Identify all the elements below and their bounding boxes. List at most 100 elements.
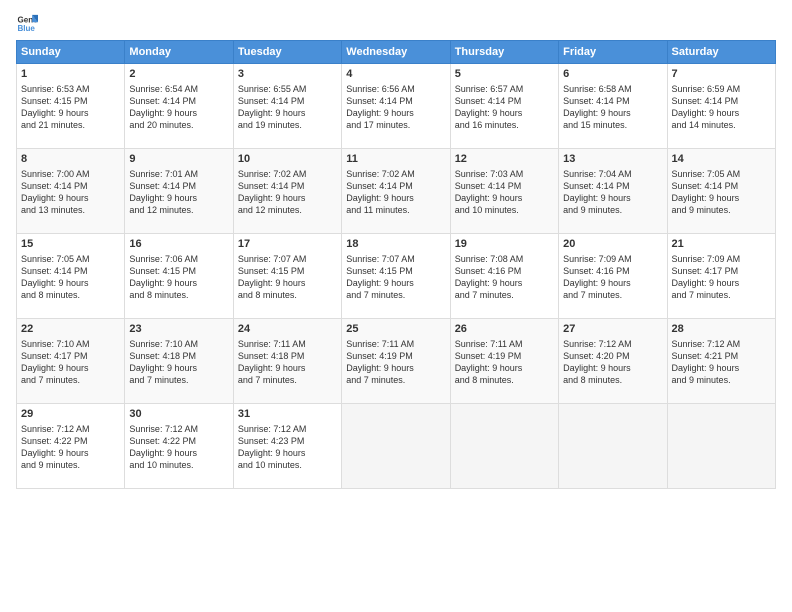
- calendar-week-row: 8 Sunrise: 7:00 AMSunset: 4:14 PMDayligh…: [17, 149, 776, 234]
- day-info: Sunrise: 7:01 AMSunset: 4:14 PMDaylight:…: [129, 168, 228, 217]
- day-of-week-header: Thursday: [450, 41, 558, 64]
- calendar-header-row: SundayMondayTuesdayWednesdayThursdayFrid…: [17, 41, 776, 64]
- calendar-day-cell: [450, 404, 558, 489]
- calendar-day-cell: 20 Sunrise: 7:09 AMSunset: 4:16 PMDaylig…: [559, 234, 667, 319]
- day-of-week-header: Sunday: [17, 41, 125, 64]
- day-number: 13: [563, 152, 662, 167]
- calendar-day-cell: 3 Sunrise: 6:55 AMSunset: 4:14 PMDayligh…: [233, 64, 341, 149]
- calendar-day-cell: 2 Sunrise: 6:54 AMSunset: 4:14 PMDayligh…: [125, 64, 233, 149]
- day-number: 3: [238, 67, 337, 82]
- day-info: Sunrise: 7:08 AMSunset: 4:16 PMDaylight:…: [455, 253, 554, 302]
- day-info: Sunrise: 6:55 AMSunset: 4:14 PMDaylight:…: [238, 83, 337, 132]
- day-info: Sunrise: 6:58 AMSunset: 4:14 PMDaylight:…: [563, 83, 662, 132]
- calendar-day-cell: 16 Sunrise: 7:06 AMSunset: 4:15 PMDaylig…: [125, 234, 233, 319]
- day-number: 12: [455, 152, 554, 167]
- calendar-day-cell: 5 Sunrise: 6:57 AMSunset: 4:14 PMDayligh…: [450, 64, 558, 149]
- calendar-day-cell: 4 Sunrise: 6:56 AMSunset: 4:14 PMDayligh…: [342, 64, 450, 149]
- day-info: Sunrise: 7:06 AMSunset: 4:15 PMDaylight:…: [129, 253, 228, 302]
- calendar-day-cell: [342, 404, 450, 489]
- calendar-week-row: 22 Sunrise: 7:10 AMSunset: 4:17 PMDaylig…: [17, 319, 776, 404]
- day-of-week-header: Wednesday: [342, 41, 450, 64]
- day-number: 6: [563, 67, 662, 82]
- day-info: Sunrise: 7:12 AMSunset: 4:22 PMDaylight:…: [129, 423, 228, 472]
- day-number: 26: [455, 322, 554, 337]
- day-number: 29: [21, 407, 120, 422]
- day-number: 9: [129, 152, 228, 167]
- calendar-day-cell: 21 Sunrise: 7:09 AMSunset: 4:17 PMDaylig…: [667, 234, 775, 319]
- day-info: Sunrise: 7:10 AMSunset: 4:18 PMDaylight:…: [129, 338, 228, 387]
- day-info: Sunrise: 7:09 AMSunset: 4:16 PMDaylight:…: [563, 253, 662, 302]
- calendar-day-cell: 10 Sunrise: 7:02 AMSunset: 4:14 PMDaylig…: [233, 149, 341, 234]
- day-number: 23: [129, 322, 228, 337]
- logo-icon: General Blue: [16, 12, 38, 34]
- calendar-day-cell: 30 Sunrise: 7:12 AMSunset: 4:22 PMDaylig…: [125, 404, 233, 489]
- day-info: Sunrise: 7:05 AMSunset: 4:14 PMDaylight:…: [672, 168, 771, 217]
- calendar-table: SundayMondayTuesdayWednesdayThursdayFrid…: [16, 40, 776, 489]
- day-of-week-header: Saturday: [667, 41, 775, 64]
- day-number: 31: [238, 407, 337, 422]
- day-info: Sunrise: 7:05 AMSunset: 4:14 PMDaylight:…: [21, 253, 120, 302]
- calendar-day-cell: 8 Sunrise: 7:00 AMSunset: 4:14 PMDayligh…: [17, 149, 125, 234]
- day-info: Sunrise: 7:12 AMSunset: 4:22 PMDaylight:…: [21, 423, 120, 472]
- day-number: 27: [563, 322, 662, 337]
- day-info: Sunrise: 7:03 AMSunset: 4:14 PMDaylight:…: [455, 168, 554, 217]
- day-number: 24: [238, 322, 337, 337]
- day-info: Sunrise: 6:57 AMSunset: 4:14 PMDaylight:…: [455, 83, 554, 132]
- day-number: 30: [129, 407, 228, 422]
- calendar-day-cell: 11 Sunrise: 7:02 AMSunset: 4:14 PMDaylig…: [342, 149, 450, 234]
- day-number: 28: [672, 322, 771, 337]
- day-number: 11: [346, 152, 445, 167]
- day-info: Sunrise: 7:11 AMSunset: 4:19 PMDaylight:…: [346, 338, 445, 387]
- day-number: 25: [346, 322, 445, 337]
- day-info: Sunrise: 7:00 AMSunset: 4:14 PMDaylight:…: [21, 168, 120, 217]
- day-info: Sunrise: 7:12 AMSunset: 4:23 PMDaylight:…: [238, 423, 337, 472]
- day-info: Sunrise: 6:59 AMSunset: 4:14 PMDaylight:…: [672, 83, 771, 132]
- day-number: 19: [455, 237, 554, 252]
- calendar-day-cell: 22 Sunrise: 7:10 AMSunset: 4:17 PMDaylig…: [17, 319, 125, 404]
- calendar-day-cell: 6 Sunrise: 6:58 AMSunset: 4:14 PMDayligh…: [559, 64, 667, 149]
- day-info: Sunrise: 6:53 AMSunset: 4:15 PMDaylight:…: [21, 83, 120, 132]
- day-number: 2: [129, 67, 228, 82]
- day-info: Sunrise: 7:07 AMSunset: 4:15 PMDaylight:…: [346, 253, 445, 302]
- day-number: 14: [672, 152, 771, 167]
- calendar-day-cell: 7 Sunrise: 6:59 AMSunset: 4:14 PMDayligh…: [667, 64, 775, 149]
- day-of-week-header: Friday: [559, 41, 667, 64]
- day-of-week-header: Monday: [125, 41, 233, 64]
- day-number: 16: [129, 237, 228, 252]
- day-of-week-header: Tuesday: [233, 41, 341, 64]
- header: General Blue: [16, 12, 776, 34]
- day-number: 22: [21, 322, 120, 337]
- day-info: Sunrise: 7:09 AMSunset: 4:17 PMDaylight:…: [672, 253, 771, 302]
- calendar-day-cell: 12 Sunrise: 7:03 AMSunset: 4:14 PMDaylig…: [450, 149, 558, 234]
- calendar-day-cell: 18 Sunrise: 7:07 AMSunset: 4:15 PMDaylig…: [342, 234, 450, 319]
- day-number: 15: [21, 237, 120, 252]
- day-info: Sunrise: 7:12 AMSunset: 4:21 PMDaylight:…: [672, 338, 771, 387]
- calendar-week-row: 15 Sunrise: 7:05 AMSunset: 4:14 PMDaylig…: [17, 234, 776, 319]
- day-info: Sunrise: 7:07 AMSunset: 4:15 PMDaylight:…: [238, 253, 337, 302]
- day-number: 18: [346, 237, 445, 252]
- calendar-day-cell: [667, 404, 775, 489]
- day-number: 1: [21, 67, 120, 82]
- day-info: Sunrise: 7:11 AMSunset: 4:19 PMDaylight:…: [455, 338, 554, 387]
- day-info: Sunrise: 7:04 AMSunset: 4:14 PMDaylight:…: [563, 168, 662, 217]
- day-info: Sunrise: 7:10 AMSunset: 4:17 PMDaylight:…: [21, 338, 120, 387]
- logo: General Blue: [16, 12, 38, 34]
- calendar-day-cell: 24 Sunrise: 7:11 AMSunset: 4:18 PMDaylig…: [233, 319, 341, 404]
- calendar-day-cell: 19 Sunrise: 7:08 AMSunset: 4:16 PMDaylig…: [450, 234, 558, 319]
- calendar-week-row: 1 Sunrise: 6:53 AMSunset: 4:15 PMDayligh…: [17, 64, 776, 149]
- calendar-day-cell: 23 Sunrise: 7:10 AMSunset: 4:18 PMDaylig…: [125, 319, 233, 404]
- day-number: 5: [455, 67, 554, 82]
- calendar-day-cell: 14 Sunrise: 7:05 AMSunset: 4:14 PMDaylig…: [667, 149, 775, 234]
- calendar-day-cell: 26 Sunrise: 7:11 AMSunset: 4:19 PMDaylig…: [450, 319, 558, 404]
- calendar-day-cell: 28 Sunrise: 7:12 AMSunset: 4:21 PMDaylig…: [667, 319, 775, 404]
- calendar-day-cell: [559, 404, 667, 489]
- day-info: Sunrise: 6:56 AMSunset: 4:14 PMDaylight:…: [346, 83, 445, 132]
- day-number: 10: [238, 152, 337, 167]
- day-info: Sunrise: 7:11 AMSunset: 4:18 PMDaylight:…: [238, 338, 337, 387]
- calendar-day-cell: 9 Sunrise: 7:01 AMSunset: 4:14 PMDayligh…: [125, 149, 233, 234]
- day-info: Sunrise: 7:12 AMSunset: 4:20 PMDaylight:…: [563, 338, 662, 387]
- day-number: 8: [21, 152, 120, 167]
- calendar-day-cell: 27 Sunrise: 7:12 AMSunset: 4:20 PMDaylig…: [559, 319, 667, 404]
- calendar-day-cell: 1 Sunrise: 6:53 AMSunset: 4:15 PMDayligh…: [17, 64, 125, 149]
- calendar-day-cell: 31 Sunrise: 7:12 AMSunset: 4:23 PMDaylig…: [233, 404, 341, 489]
